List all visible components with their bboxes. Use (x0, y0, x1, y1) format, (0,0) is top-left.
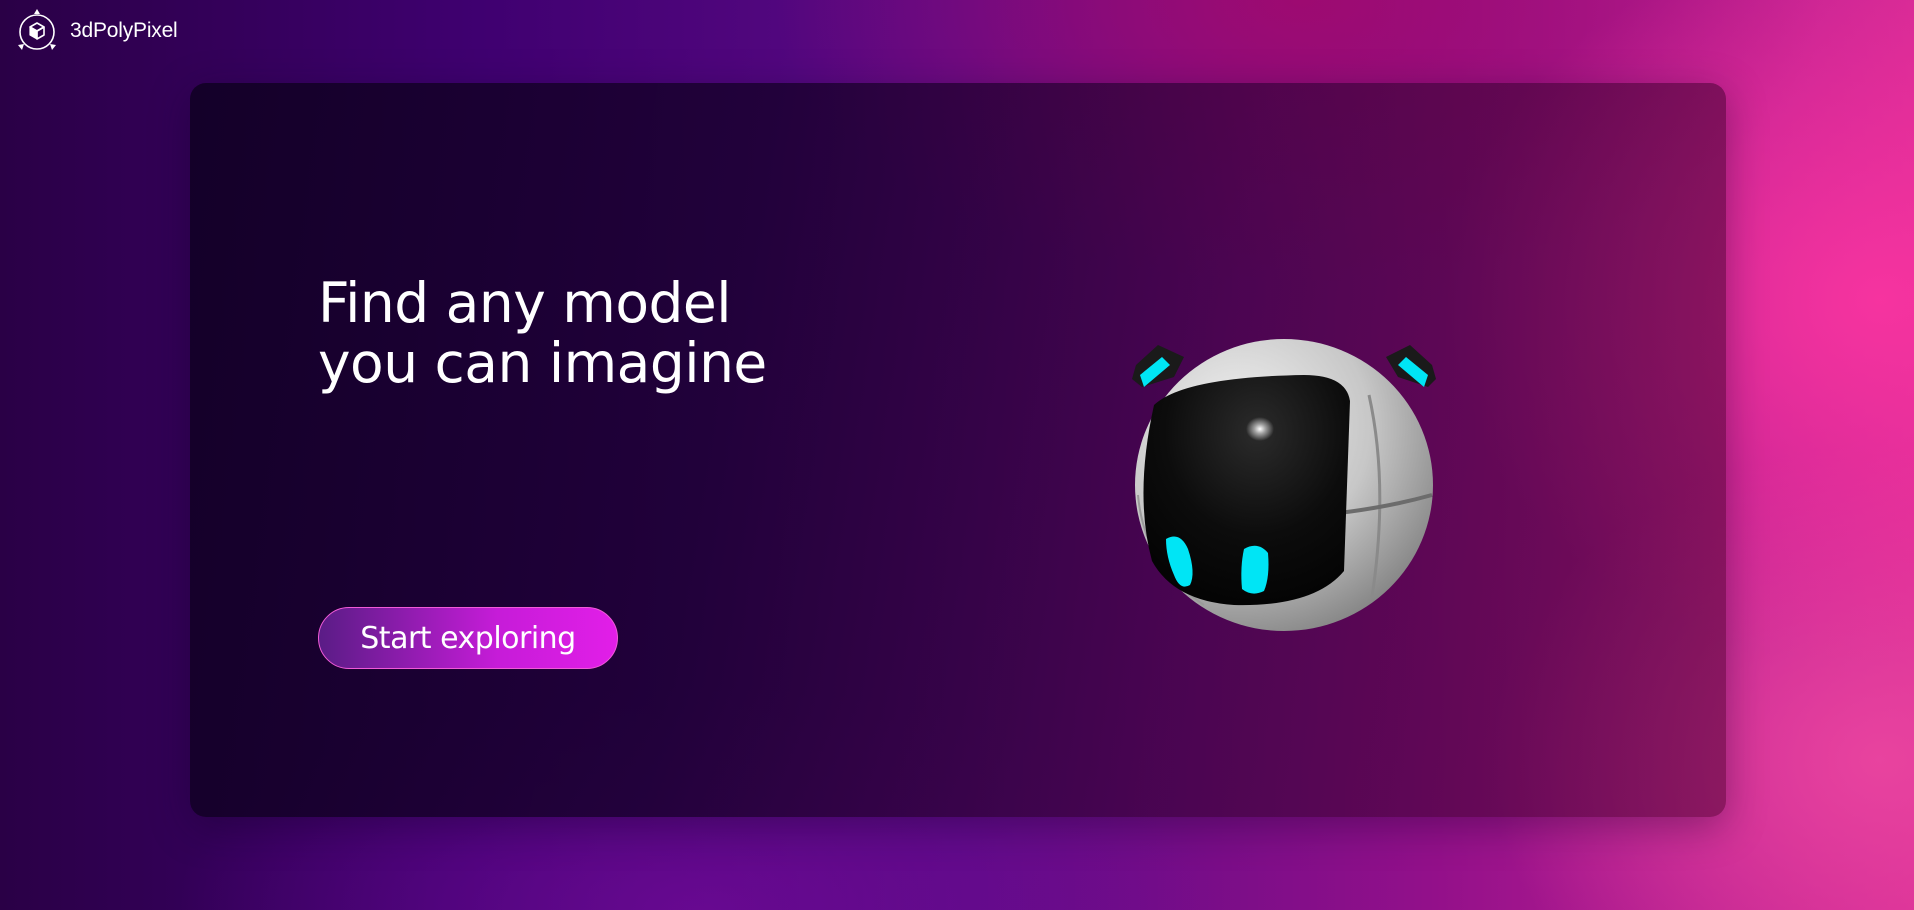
hero-title-line-1: Find any model (318, 271, 732, 335)
right-antenna (1386, 345, 1436, 387)
robot-head-3d-model[interactable] (1114, 335, 1454, 655)
right-eye (1241, 545, 1269, 594)
brand-name: 3dPolyPixel (70, 19, 178, 42)
cube-orbit-logo-icon (18, 9, 56, 50)
brand-link[interactable]: 3dPolyPixel (14, 8, 178, 54)
hero-card: Find any model you can imagine Start exp… (190, 83, 1726, 817)
visor-glint (1246, 417, 1274, 441)
hero-title: Find any model you can imagine (318, 273, 767, 393)
hero-title-line-2: you can imagine (318, 331, 767, 395)
left-antenna (1132, 345, 1184, 387)
start-exploring-button[interactable]: Start exploring (318, 607, 618, 669)
